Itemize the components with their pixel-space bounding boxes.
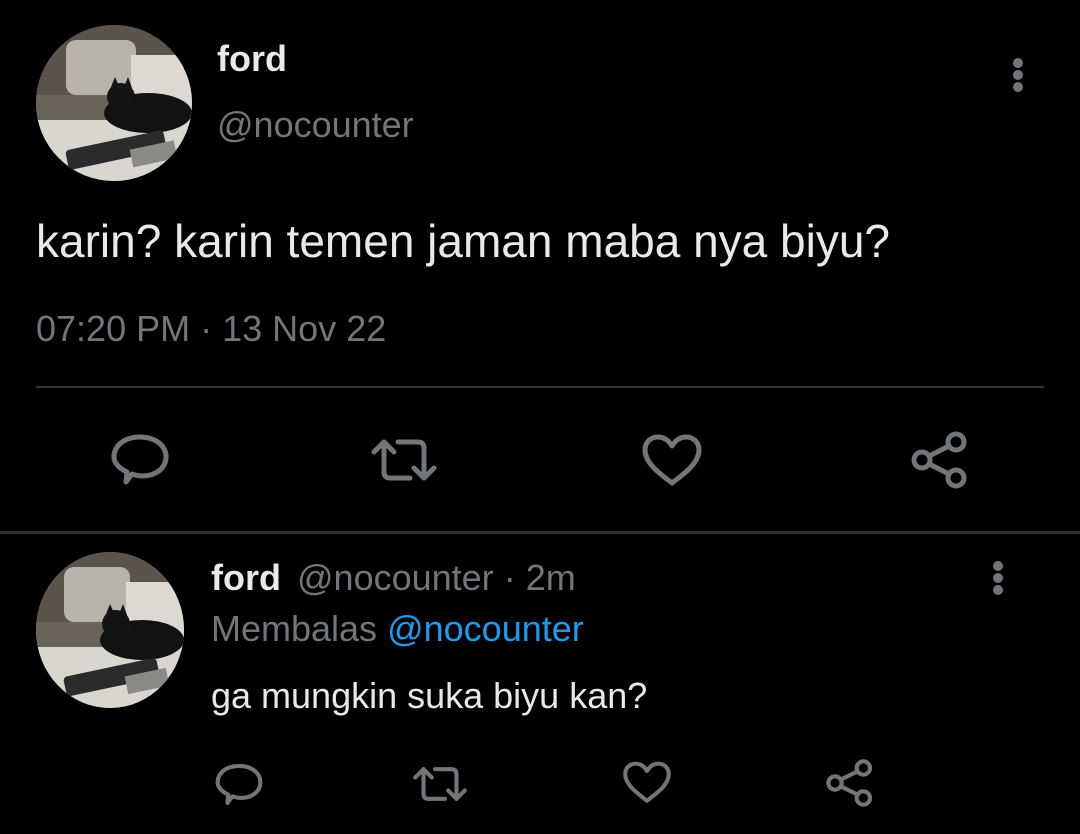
replying-label: Membalas	[211, 608, 378, 649]
main-tweet-time[interactable]: 07:20 PM	[36, 308, 190, 349]
retweet-arrows-icon	[371, 439, 437, 481]
share-nodes-icon	[826, 759, 873, 807]
reply-tweet-age[interactable]: 2m	[526, 557, 576, 598]
reply-tweet-separator: ·	[503, 557, 516, 598]
reply-tweet-replying-to: Membalas @nocounter	[211, 608, 584, 650]
main-tweet-display-name[interactable]: ford	[217, 38, 287, 80]
reply-tweet-display-name[interactable]: ford	[211, 557, 281, 598]
timestamp-separator: ·	[200, 308, 213, 349]
reply-tweet-handle[interactable]: @nocounter	[297, 557, 494, 598]
avatar-photo-cat-on-bed	[36, 552, 184, 708]
avatar-photo-cat-on-bed	[36, 25, 192, 181]
reply-tweet-retweet-button[interactable]	[412, 764, 468, 804]
main-tweet-share-button[interactable]	[910, 430, 970, 490]
main-tweet-date[interactable]: 13 Nov 22	[222, 308, 386, 349]
main-tweet-timestamp: 07:20 PM · 13 Nov 22	[36, 308, 386, 350]
heart-outline-icon	[623, 761, 671, 803]
share-nodes-icon	[911, 431, 967, 489]
comment-bubble-icon	[111, 434, 169, 485]
reply-tweet-header: ford @nocounter · 2m	[211, 557, 576, 599]
main-tweet-handle[interactable]: @nocounter	[217, 104, 414, 146]
heart-outline-icon	[642, 434, 702, 486]
comment-bubble-icon	[215, 763, 263, 805]
reply-tweet-more-icon[interactable]	[992, 561, 1004, 595]
main-tweet-divider	[36, 386, 1044, 388]
reply-tweet-share-button[interactable]	[825, 758, 875, 808]
reply-tweet-text: ga mungkin suka biyu kan?	[211, 675, 648, 716]
retweet-arrows-icon	[413, 767, 467, 801]
main-tweet-like-button[interactable]	[641, 434, 703, 488]
reply-tweet-avatar[interactable]	[36, 552, 184, 708]
reply-tweet-like-button[interactable]	[622, 761, 672, 805]
replying-to-mention-link[interactable]: @nocounter	[387, 608, 584, 649]
main-tweet-reply-button[interactable]	[110, 431, 170, 487]
main-tweet-more-icon[interactable]	[1012, 58, 1024, 92]
main-tweet-retweet-button[interactable]	[370, 436, 438, 484]
reply-tweet-reply-button[interactable]	[214, 761, 264, 807]
thread-divider	[0, 531, 1080, 534]
main-tweet-text: karin? karin temen jaman maba nya biyu?	[36, 215, 891, 267]
main-tweet-avatar[interactable]	[36, 25, 192, 181]
